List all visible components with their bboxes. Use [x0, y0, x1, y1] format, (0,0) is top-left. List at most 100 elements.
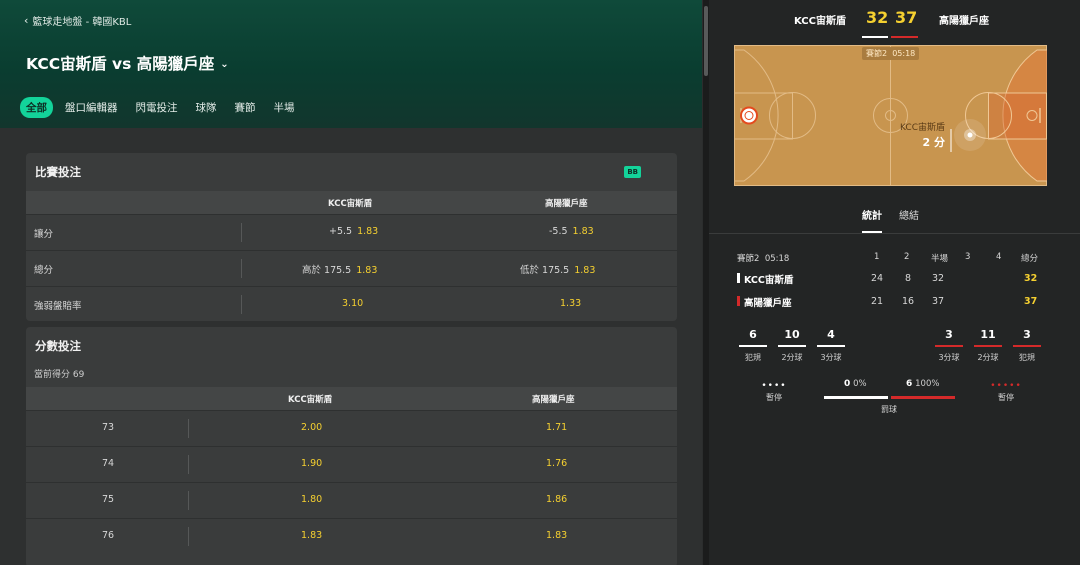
home-line: +5.5: [329, 226, 353, 237]
table-row: 總分 高於 175.5 1.83 低於 175.5 1.83: [26, 250, 677, 286]
main-scrollbar-thumb[interactable]: [704, 6, 708, 76]
home-odd[interactable]: 1.80: [301, 494, 322, 505]
away-two-label: 2分球: [977, 353, 999, 362]
court-visual: KCC宙斯盾 2 分 賽節2 05:18: [734, 45, 1047, 186]
table-row: 73 2.00 1.71: [26, 410, 677, 446]
away-selection[interactable]: 低於 175.5 1.83: [520, 262, 595, 276]
tab-stats[interactable]: 統計: [862, 207, 882, 222]
column-divider: [241, 223, 242, 242]
home-odd: 1.83: [357, 226, 379, 237]
score-bets-header: KCC宙斯盾 高陽獵戶座: [26, 387, 677, 410]
table-row: 75 1.80 1.86: [26, 482, 677, 518]
home-selection[interactable]: 高於 175.5 1.83: [302, 262, 377, 276]
home-three-pointers: 4 3分球: [817, 328, 845, 363]
column-divider: [188, 455, 189, 474]
home-selection[interactable]: +5.5 1.83: [329, 226, 378, 237]
away-odd[interactable]: 1.33: [560, 298, 581, 309]
right-key: [988, 92, 1047, 140]
away-team-marker: [737, 296, 740, 306]
away-odd[interactable]: 1.86: [546, 494, 567, 505]
tab-teams[interactable]: 球隊: [190, 97, 223, 118]
stats-tabs: 統計 總結: [709, 207, 1080, 233]
away-team-name: 高陽獵戶座: [744, 298, 792, 309]
home-odd[interactable]: 1.90: [301, 458, 322, 469]
tab-half[interactable]: 半場: [268, 97, 301, 118]
main-panel: ‹ 籃球走地盤 - 韓國KBL KCC宙斯盾 vs 高陽獵戶座 ⌄ 全部 盤口編…: [0, 0, 702, 565]
home-two-pointers: 10 2分球: [778, 328, 806, 363]
home-fouls-value: 6: [749, 328, 757, 341]
tab-all[interactable]: 全部: [20, 97, 53, 118]
tab-market-editor[interactable]: 盤口編輯器: [59, 97, 124, 118]
scoreboard-home-score: 32: [866, 8, 889, 27]
match-bets-title[interactable]: 比賽投注 BB: [26, 153, 677, 191]
stats-divider: [709, 233, 1080, 234]
home-ft-bar: [824, 396, 888, 399]
stat-underline: [739, 345, 767, 347]
home-timeout-dots: ••••: [761, 381, 787, 391]
home-odd[interactable]: 1.83: [301, 530, 322, 541]
tab-flash-bet[interactable]: 閃電投注: [130, 97, 184, 118]
home-fouls-label: 犯規: [745, 353, 761, 362]
away-line: -5.5: [549, 226, 568, 237]
scoreboard-home-team: KCC宙斯盾: [794, 16, 846, 27]
score-bets-title[interactable]: 分數投注: [26, 327, 677, 365]
home-odd[interactable]: 2.00: [301, 422, 322, 433]
live-panel: KCC宙斯盾 32 37 高陽獵戶座 KCC宙斯盾 2 分 賽節2 05:18 …: [709, 0, 1080, 565]
stats-period: 賽節2 05:18: [737, 252, 789, 264]
market-label: 讓分: [34, 229, 54, 240]
basketball-court: KCC宙斯盾 2 分: [734, 45, 1047, 186]
chevron-left-icon[interactable]: ‹: [24, 14, 28, 27]
home-team-marker: [737, 273, 740, 283]
column-divider: [188, 419, 189, 438]
tab-summary[interactable]: 總結: [899, 207, 919, 222]
home-two-value: 10: [784, 328, 800, 341]
header-total: 總分: [1021, 254, 1039, 264]
table-row: 74 1.90 1.76: [26, 446, 677, 482]
away-selection[interactable]: -5.5 1.83: [549, 226, 594, 237]
match-title-label: KCC宙斯盾 vs 高陽獵戶座: [26, 55, 215, 73]
away-odd[interactable]: 1.83: [546, 530, 567, 541]
home-q1: 24: [871, 273, 884, 284]
score-bets-card: 分數投注 當前得分 69 KCC宙斯盾 高陽獵戶座 73 2.00 1.71 7…: [26, 327, 677, 565]
home-odd[interactable]: 3.10: [342, 298, 363, 309]
breadcrumb-label[interactable]: 籃球走地盤 - 韓國KBL: [32, 13, 131, 28]
away-odd[interactable]: 1.76: [546, 458, 567, 469]
away-odd: 1.83: [572, 226, 594, 237]
breadcrumb[interactable]: ‹ 籃球走地盤 - 韓國KBL: [24, 13, 131, 28]
table-row: 76 1.83 1.83: [26, 518, 677, 554]
away-timeouts-label: 暫停: [998, 393, 1014, 402]
home-three-value: 4: [827, 328, 835, 341]
home-team-header: KCC宙斯盾: [288, 395, 333, 405]
current-score: 當前得分 69: [34, 370, 85, 380]
free-throws-label: 罰球: [881, 405, 897, 414]
match-bets-header: KCC宙斯盾 高陽獵戶座: [26, 191, 677, 214]
clock-label: 05:18: [892, 49, 916, 58]
home-two-label: 2分球: [781, 353, 803, 362]
table-row: 強弱盤賠率 3.10 1.33: [26, 286, 677, 321]
score-value: 76: [102, 530, 115, 541]
away-team-header: 高陽獵戶座: [532, 395, 575, 405]
away-three-value: 3: [945, 328, 953, 341]
away-two-value: 11: [980, 328, 996, 341]
shot-marker: [967, 132, 973, 138]
tab-quarters[interactable]: 賽節: [229, 97, 262, 118]
column-divider: [188, 527, 189, 546]
away-ft-pct: 100%: [915, 379, 940, 389]
chevron-down-icon[interactable]: ⌄: [220, 59, 228, 70]
stat-underline: [935, 345, 963, 347]
score-value: 73: [102, 422, 115, 433]
home-timeouts: •••• 暫停: [757, 382, 791, 403]
away-ft-made: 6: [906, 379, 913, 389]
market-label: 強弱盤賠率: [34, 301, 82, 312]
scoreboard-away-team: 高陽獵戶座: [939, 16, 989, 27]
away-free-throws: 6 100%: [906, 379, 939, 389]
header-q3: 3: [965, 252, 971, 262]
away-ft-bar: [891, 396, 955, 399]
home-q2: 8: [905, 273, 912, 284]
court-team-label: KCC宙斯盾: [900, 121, 945, 133]
table-row: 讓分 +5.5 1.83 -5.5 1.83: [26, 214, 677, 250]
away-odd[interactable]: 1.71: [546, 422, 567, 433]
match-title[interactable]: KCC宙斯盾 vs 高陽獵戶座 ⌄: [26, 52, 229, 74]
home-ft-made: 0: [844, 379, 851, 389]
stat-underline: [778, 345, 806, 347]
